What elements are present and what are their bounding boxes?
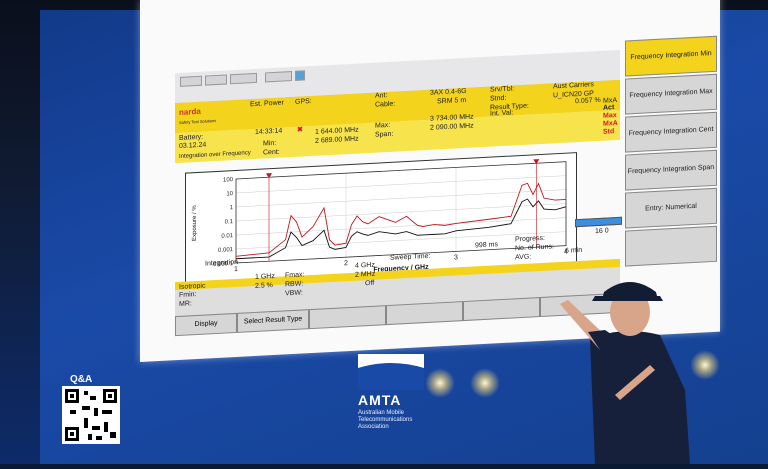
presenter — [560, 270, 700, 464]
fmin-label: Fmin: — [179, 291, 197, 299]
y-tick-label: 1 — [230, 205, 234, 211]
y-tick-label: 10 — [226, 191, 233, 197]
mr-value: 2.5 % — [255, 282, 273, 290]
amta-subtitle: Australian Mobile Telecommunications Ass… — [358, 410, 412, 431]
cable-label: Cable: — [375, 100, 396, 109]
stage-light — [425, 368, 455, 398]
rbw-label: RBW: — [285, 280, 304, 289]
est-power-label: Est. Power — [250, 99, 284, 109]
amta-subtitle-line: Australian Mobile — [358, 410, 405, 416]
gps-status-icon: ✖ — [297, 126, 303, 134]
ant-label: Ant: — [375, 92, 388, 100]
progress-bar — [575, 216, 622, 228]
srv-tbl-label: Srv/Tbl: — [490, 85, 515, 94]
rbw-value: 2 MHz — [355, 270, 376, 279]
min-label: Min: — [263, 139, 277, 148]
progress-label: Progress: — [515, 234, 545, 244]
softkey-entry-numerical[interactable]: Entry: Numerical — [625, 187, 717, 229]
span-value: 2 090.00 MHz — [430, 122, 474, 132]
grid-line — [236, 175, 566, 194]
brand-logo: narda — [179, 106, 201, 117]
y-tick-label: 0.1 — [225, 219, 234, 225]
softkey-frequency-integration-min[interactable]: Frequency Integration Min — [625, 35, 717, 77]
amta-subtitle-line: Association — [358, 424, 389, 430]
x-tick-label: 3 — [454, 254, 458, 261]
amta-logo — [358, 354, 424, 390]
runs-value: 16 0 — [595, 227, 609, 236]
side-softkeys: Frequency Integration Min Frequency Inte… — [620, 26, 720, 291]
brand-subtitle: Safety Test Solutions — [179, 118, 217, 125]
toolbar-button[interactable] — [230, 72, 257, 85]
empty-softkey[interactable] — [463, 297, 540, 322]
fmax-value: 4 GHz — [355, 261, 375, 270]
fmin-value: 1 GHz — [255, 272, 275, 281]
time-value: 14:33:14 — [255, 127, 283, 136]
toolbar-button[interactable] — [205, 74, 227, 86]
x-tick-label: 2 — [344, 260, 348, 267]
cent-value: 2 689.00 MHz — [315, 135, 359, 145]
toolbar-button[interactable] — [265, 71, 292, 83]
qa-label: Q&A — [70, 374, 93, 385]
battery-value: 03.12.24 — [179, 141, 207, 150]
stnd-label: Stnd: — [490, 94, 507, 103]
y-axis-label: Exposure / % — [192, 204, 198, 241]
y-tick-label: 100 — [223, 177, 234, 184]
cable-value: SRM 5 m — [437, 96, 467, 106]
result-value: 0.057 % — [575, 96, 601, 106]
amta-subtitle-line: Telecommunications — [358, 417, 413, 423]
stage-light — [470, 368, 500, 398]
span-label: Span: — [375, 130, 394, 139]
grid-line — [236, 189, 566, 208]
avg-label: AVG: — [515, 253, 532, 262]
gps-label: GPS: — [295, 97, 312, 106]
cent-label: Cent: — [263, 148, 280, 157]
mr-label: MR: — [179, 300, 192, 308]
amta-wordmark: AMTA — [358, 392, 402, 408]
softkey-frequency-integration-span[interactable]: Frequency Integration Span — [625, 149, 717, 191]
vbw-label: VBW: — [285, 289, 303, 298]
measure-mode: Integration over Frequency — [179, 150, 251, 160]
y-tick-label: 0.01 — [221, 233, 233, 240]
empty-softkey[interactable] — [309, 305, 386, 330]
toolbar-button[interactable] — [180, 75, 202, 87]
avg-value: 6 min — [565, 246, 583, 255]
softkey-frequency-integration-cent[interactable]: Frequency Integration Cent — [625, 111, 717, 153]
int-val-label: Int. Val: — [490, 109, 514, 118]
qr-code — [62, 386, 120, 444]
max-label: Max: — [375, 121, 391, 130]
fmax-label: Fmax: — [285, 271, 305, 280]
softkey-frequency-integration-max[interactable]: Frequency Integration Max — [625, 73, 717, 115]
y-tick-label: 0.001 — [218, 247, 234, 254]
vbw-value: Off — [365, 279, 375, 288]
empty-softkey[interactable] — [386, 301, 463, 326]
empty-softkey[interactable] — [625, 225, 717, 267]
trace-std: Std — [603, 128, 615, 136]
window-icon[interactable] — [295, 70, 305, 81]
display-button[interactable]: Display — [175, 312, 237, 337]
sweep-time-value: 998 ms — [475, 241, 498, 250]
select-result-type-button[interactable]: Select Result Type — [237, 309, 309, 333]
